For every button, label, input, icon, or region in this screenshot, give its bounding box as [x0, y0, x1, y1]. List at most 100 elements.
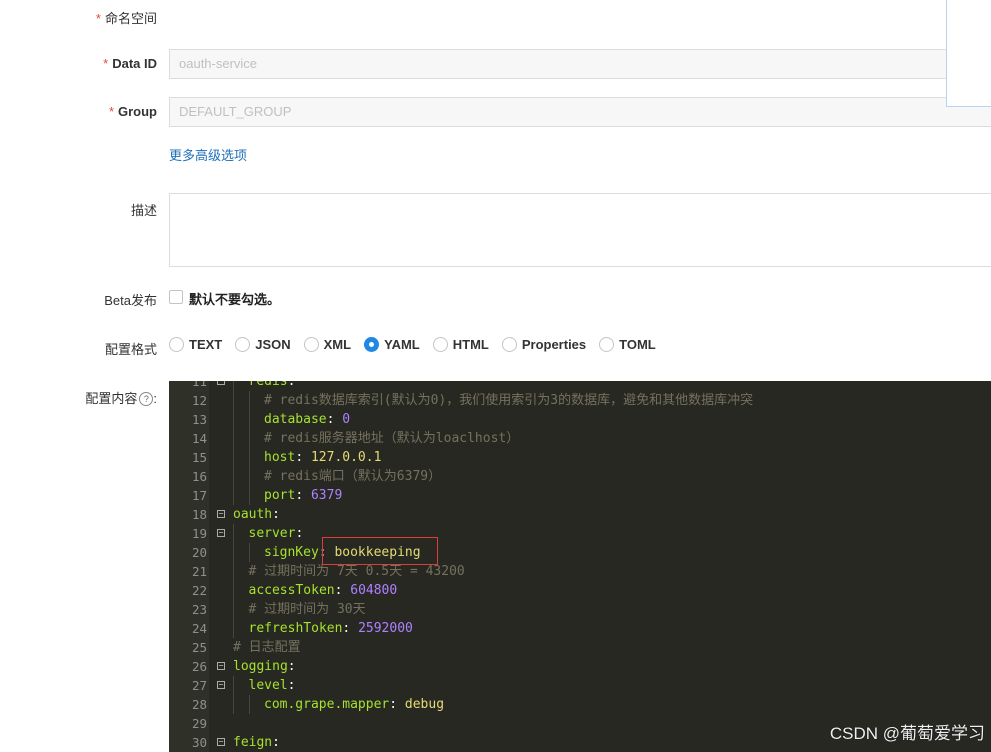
indent-guide [233, 486, 234, 505]
code-token: oauth [233, 507, 273, 522]
code-token: 604800 [350, 583, 398, 598]
radio-toml[interactable]: TOML [599, 337, 656, 352]
code-text: refreshToken: 2592000 [249, 619, 413, 638]
code-text: # redis端口（默认为6379） [264, 467, 441, 486]
code-token: # redis数据库索引(默认为0)，我们使用索引为3的数据库，避免和其他数据库… [264, 393, 754, 408]
code-text: level: [249, 676, 296, 695]
group-label: * Group [108, 104, 157, 119]
code-token: : [295, 450, 311, 465]
content-label: 配置内容?: [85, 391, 157, 406]
code-text: # redis服务器地址（默认为loaclhost） [264, 429, 519, 448]
code-line: 24 refreshToken: 2592000 [169, 619, 991, 638]
code-line: 23 # 过期时间为 30天 [169, 600, 991, 619]
fold-toggle-icon[interactable]: − [217, 529, 225, 537]
code-line: 20 signKey: bookkeeping [169, 543, 991, 562]
code-text: # redis数据库索引(默认为0)，我们使用索引为3的数据库，避免和其他数据库… [264, 391, 753, 410]
line-number: 14 [191, 431, 207, 446]
group-input[interactable]: DEFAULT_GROUP [169, 97, 991, 127]
code-line: 28 com.grape.mapper: debug [169, 695, 991, 714]
code-line: 15 host: 127.0.0.1 [169, 448, 991, 467]
radio-properties[interactable]: Properties [501, 337, 586, 352]
code-token: logging [233, 659, 288, 674]
code-token: feign [233, 735, 273, 750]
code-text: logging: [233, 657, 296, 676]
code-token: # redis端口（默认为6379） [264, 469, 442, 484]
line-number: 22 [191, 583, 207, 598]
namespace-label: * 命名空间 [95, 11, 157, 26]
code-token: : [334, 583, 351, 598]
fold-toggle-icon[interactable]: − [217, 381, 225, 385]
data-id-input[interactable]: oauth-service [169, 49, 991, 79]
code-line: 25 # 日志配置 [169, 638, 991, 657]
indent-guide [233, 467, 234, 486]
code-text: port: 6379 [264, 486, 342, 505]
fold-toggle-icon[interactable]: − [217, 738, 225, 746]
code-token: : [342, 621, 359, 636]
radio-circle[interactable] [599, 337, 615, 352]
line-number: 25 [191, 640, 207, 655]
line-number: 27 [191, 678, 207, 693]
line-number: 29 [191, 716, 207, 731]
radio-yaml[interactable]: YAML [364, 337, 420, 352]
popup-panel [946, 0, 991, 107]
code-token: : [287, 678, 296, 693]
required-mark: * [103, 56, 109, 71]
watermark: CSDN @葡萄爱学习 [829, 724, 985, 743]
code-token: : [295, 526, 304, 541]
radio-circle[interactable] [432, 337, 448, 352]
code-token: # redis服务器地址（默认为loaclhost） [264, 431, 520, 446]
beta-label: Beta发布 [104, 293, 157, 308]
description-textarea[interactable] [169, 193, 991, 267]
radio-json[interactable]: JSON [235, 337, 291, 352]
code-token: 0 [342, 412, 351, 427]
line-number: 20 [191, 545, 207, 560]
radio-circle[interactable] [169, 337, 184, 352]
line-number: 13 [191, 412, 207, 427]
code-token: : [287, 659, 296, 674]
radio-html[interactable]: HTML [432, 337, 489, 352]
code-token: : [287, 381, 296, 389]
indent-guide [233, 695, 234, 714]
code-text: host: 127.0.0.1 [264, 448, 381, 467]
radio-xml[interactable]: XML [303, 337, 351, 352]
radio-circle[interactable] [235, 337, 251, 352]
code-token: : [389, 697, 405, 712]
code-token: 127.0.0.1 [310, 450, 382, 465]
fold-toggle-icon[interactable]: − [217, 681, 225, 689]
indent-guide [233, 381, 234, 391]
code-token: redis [248, 381, 288, 389]
indent-guide [248, 467, 250, 486]
fold-toggle-icon[interactable]: − [217, 510, 225, 518]
code-line: 14 # redis服务器地址（默认为loaclhost） [169, 429, 991, 448]
indent-guide [233, 562, 234, 581]
code-line: 18 − oauth: [169, 505, 991, 524]
line-number: 17 [191, 488, 207, 503]
radio-circle[interactable] [303, 337, 319, 352]
description-label: 描述 [130, 203, 157, 218]
code-text: oauth: [233, 505, 280, 524]
help-icon[interactable]: ? [139, 392, 154, 406]
indent-guide [248, 543, 250, 562]
beta-checkbox-label: 默认不要勾选。 [189, 292, 281, 307]
code-editor[interactable]: 11 − redis: 12 # redis数据库索引(默认为0)，我们使用索引为3的数… [169, 381, 991, 752]
fold-toggle-icon[interactable]: − [217, 662, 225, 670]
radio-text[interactable]: TEXT [169, 337, 222, 352]
line-number: 28 [191, 697, 207, 712]
code-text: feign: [233, 733, 280, 752]
code-line: 11 − redis: [169, 381, 991, 391]
radio-circle-selected[interactable] [364, 337, 380, 352]
code-text: redis: [249, 381, 296, 391]
radio-circle[interactable] [501, 337, 517, 352]
code-text: com.grape.mapper: debug [264, 695, 444, 714]
code-token: database [264, 412, 327, 427]
beta-checkbox[interactable] [169, 290, 183, 304]
code-line: 17 port: 6379 [169, 486, 991, 505]
format-label: 配置格式 [104, 342, 157, 357]
indent-guide [248, 429, 250, 448]
line-number: 21 [191, 564, 207, 579]
indent-guide [248, 486, 250, 505]
code-token: # 过期时间为 30天 [248, 602, 366, 617]
code-token: level [248, 678, 288, 693]
advanced-options-link[interactable]: 更多高级选项 [169, 145, 247, 164]
code-line: 22 accessToken: 604800 [169, 581, 991, 600]
